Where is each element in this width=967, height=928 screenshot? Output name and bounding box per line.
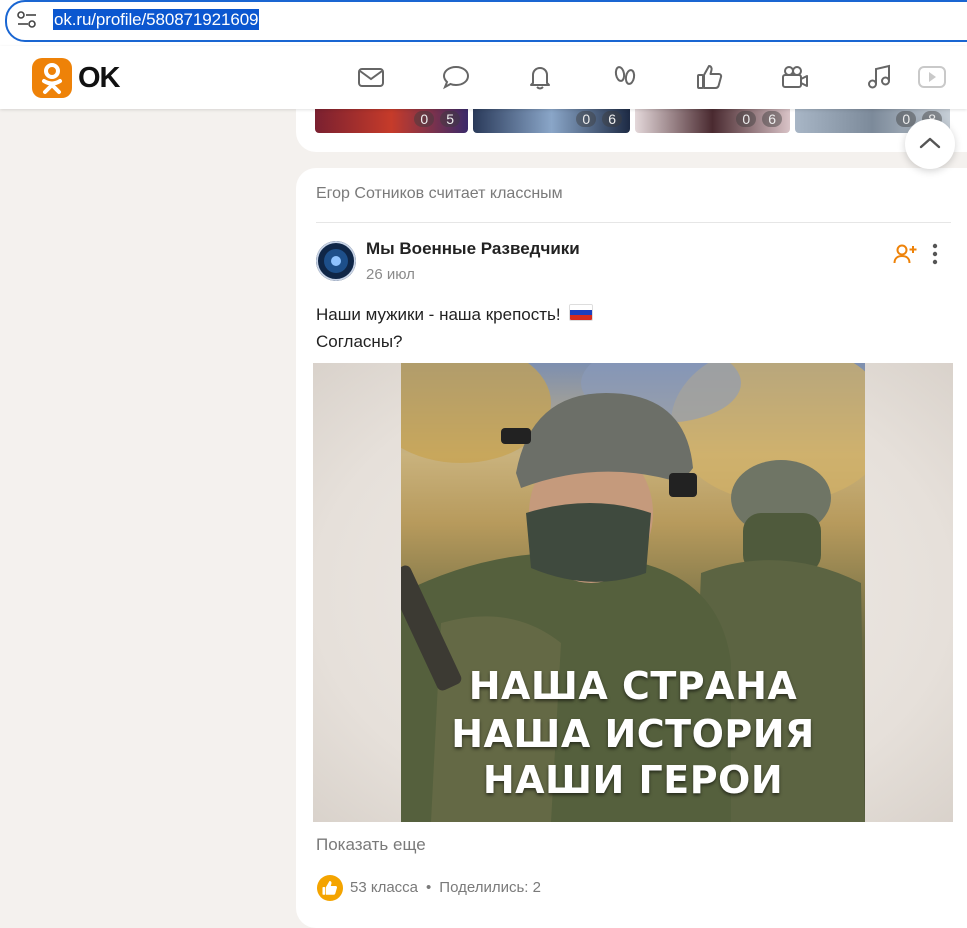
comments-count: 0 [736, 111, 757, 127]
post-text-line: Наши мужики - наша крепость! [316, 305, 561, 324]
image-caption-line: НАША СТРАНА [468, 664, 798, 708]
show-more-link[interactable]: Показать еще [316, 835, 426, 855]
likes-count[interactable]: 53 класса [350, 879, 418, 896]
more-options-icon[interactable] [926, 242, 944, 266]
browser-address-bar: ok.ru/profile/580871921609 [0, 0, 967, 46]
likes-count: 6 [762, 111, 782, 127]
chevron-up-icon [919, 137, 941, 149]
ok-logo-icon[interactable] [32, 58, 72, 98]
logo-text[interactable]: OK [78, 61, 120, 95]
photo-thumbnail[interactable]: 0 6 [635, 109, 790, 133]
likes-count: 6 [602, 111, 622, 127]
post-stats: 53 класса • Поделились: 2 [350, 878, 541, 898]
comments-count: 0 [576, 111, 597, 127]
video-play-icon[interactable] [916, 62, 946, 92]
like-icon[interactable] [695, 62, 725, 92]
comments-count: 0 [414, 111, 435, 127]
video-camera-icon[interactable] [780, 62, 810, 92]
join-group-icon[interactable] [893, 243, 917, 265]
chat-icon[interactable] [441, 62, 471, 92]
post-date[interactable]: 26 июл [366, 265, 415, 285]
bell-icon[interactable] [525, 62, 555, 92]
image-caption-line: НАШИ ГЕРОИ [482, 758, 784, 802]
site-header: OK [0, 46, 967, 109]
group-avatar[interactable] [316, 241, 356, 281]
shares-count[interactable]: Поделились: 2 [439, 879, 541, 896]
liked-by-text[interactable]: Егор Сотников считает классным [316, 184, 563, 204]
likes-count: 5 [440, 111, 460, 127]
mail-icon[interactable] [356, 62, 386, 92]
photo-thumbnail[interactable]: 0 6 [473, 109, 630, 133]
image-caption-line: НАША ИСТОРИЯ [451, 712, 815, 756]
site-settings-icon[interactable] [16, 9, 38, 31]
post-text-line: Согласны? [316, 332, 403, 351]
music-icon[interactable] [865, 62, 895, 92]
post-text: Наши мужики - наша крепость! Согласны? [316, 301, 594, 355]
url-text[interactable]: ok.ru/profile/580871921609 [53, 9, 260, 30]
post-author[interactable]: Мы Военные Разведчики [366, 238, 580, 260]
guests-icon[interactable] [610, 62, 640, 92]
russia-flag-icon [569, 304, 594, 321]
scroll-to-top-button[interactable] [905, 119, 955, 169]
photo-thumbnail[interactable]: 0 5 [315, 109, 468, 133]
separator: • [426, 879, 432, 896]
class-reaction-icon[interactable] [317, 875, 343, 901]
divider [316, 222, 951, 223]
